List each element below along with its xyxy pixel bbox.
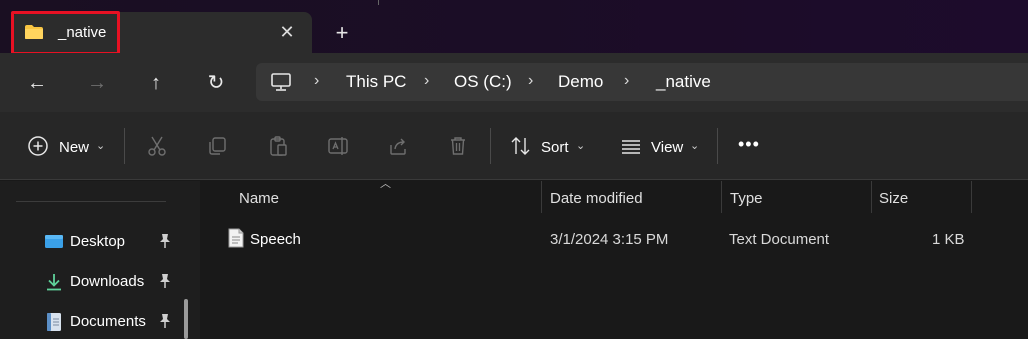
toolbar-divider bbox=[717, 128, 718, 164]
column-header-date[interactable]: Date modified bbox=[542, 181, 722, 213]
download-icon bbox=[47, 274, 61, 291]
view-icon bbox=[622, 140, 640, 154]
sidebar-item-desktop[interactable]: Desktop bbox=[44, 231, 184, 253]
sort-button[interactable]: Sort bbox=[541, 139, 569, 156]
desktop-icon bbox=[45, 235, 63, 248]
cut-icon[interactable] bbox=[146, 135, 168, 157]
address-bar[interactable]: › This PC › OS (C:) › Demo › _native bbox=[256, 63, 1028, 101]
sort-dropdown-chevron-icon[interactable]: ⌄ bbox=[576, 139, 585, 152]
back-button[interactable]: ← bbox=[24, 70, 50, 96]
column-header-label: Type bbox=[730, 190, 763, 207]
share-icon[interactable] bbox=[387, 135, 409, 157]
view-button[interactable]: View bbox=[651, 139, 683, 156]
new-dropdown-chevron-icon[interactable]: ⌄ bbox=[96, 139, 105, 152]
file-list: ︿ Name Date modified Type Size Speech 3/… bbox=[200, 178, 1028, 339]
breadcrumb-demo[interactable]: Demo bbox=[558, 72, 603, 92]
documents-icon bbox=[47, 313, 61, 331]
breadcrumb-native[interactable]: _native bbox=[656, 72, 711, 92]
column-header-label: Date modified bbox=[550, 190, 643, 207]
copy-icon[interactable] bbox=[206, 135, 228, 157]
more-options-icon[interactable]: ••• bbox=[738, 134, 760, 155]
new-tab-button[interactable]: + bbox=[330, 21, 354, 45]
breadcrumb-chevron-icon[interactable]: › bbox=[528, 72, 533, 90]
text-file-icon bbox=[228, 228, 244, 248]
sidebar-item-documents[interactable]: Documents bbox=[44, 311, 184, 333]
rename-icon[interactable] bbox=[327, 135, 349, 157]
file-size: 1 KB bbox=[932, 231, 965, 248]
navigation-pane: Desktop Downloads Documents bbox=[0, 181, 200, 339]
breadcrumb-chevron-icon[interactable]: › bbox=[314, 72, 319, 90]
file-date-modified: 3/1/2024 3:15 PM bbox=[550, 231, 669, 248]
view-dropdown-chevron-icon[interactable]: ⌄ bbox=[690, 139, 699, 152]
command-bar: New ⌄ Sort ⌄ View ⌄ ••• bbox=[0, 112, 1028, 180]
column-header-name[interactable]: Name bbox=[200, 181, 542, 213]
new-button[interactable]: New bbox=[59, 139, 89, 156]
title-bar: _native ✕ + bbox=[0, 0, 1028, 55]
sidebar-item-downloads[interactable]: Downloads bbox=[44, 271, 184, 293]
pin-icon[interactable] bbox=[158, 273, 172, 289]
breadcrumb-os-c[interactable]: OS (C:) bbox=[454, 72, 512, 92]
pin-icon[interactable] bbox=[158, 313, 172, 329]
toolbar-divider bbox=[124, 128, 125, 164]
column-resize-handle[interactable] bbox=[971, 181, 972, 213]
delete-icon[interactable] bbox=[447, 135, 469, 157]
toolbar-divider bbox=[490, 128, 491, 164]
column-header-size[interactable]: Size bbox=[872, 181, 972, 213]
file-name: Speech bbox=[250, 231, 301, 248]
new-plus-icon bbox=[28, 136, 48, 156]
forward-button[interactable]: → bbox=[84, 70, 110, 96]
navigation-bar: ← → ↑ ↻ › This PC › OS (C:) › Demo › _na… bbox=[0, 53, 1028, 112]
column-header-label: Name bbox=[239, 190, 280, 207]
close-tab-icon[interactable]: ✕ bbox=[276, 21, 298, 43]
sidebar-item-label: Downloads bbox=[70, 273, 145, 290]
tab-highlight-box bbox=[11, 11, 120, 55]
sidebar-divider bbox=[16, 201, 166, 202]
breadcrumb-chevron-icon[interactable]: › bbox=[624, 72, 629, 90]
paste-icon[interactable] bbox=[267, 135, 289, 157]
window-edge bbox=[378, 0, 390, 5]
sidebar-item-label: Documents bbox=[70, 313, 146, 330]
column-header-type[interactable]: Type bbox=[722, 181, 872, 213]
this-pc-icon bbox=[271, 73, 291, 91]
file-type: Text Document bbox=[729, 231, 830, 248]
sort-icon bbox=[511, 137, 530, 155]
sidebar-scrollbar[interactable] bbox=[184, 299, 188, 339]
breadcrumb-chevron-icon[interactable]: › bbox=[424, 72, 429, 90]
column-header-label: Size bbox=[879, 190, 909, 207]
pin-icon[interactable] bbox=[158, 233, 172, 249]
refresh-button[interactable]: ↻ bbox=[203, 70, 229, 96]
up-button[interactable]: ↑ bbox=[143, 70, 169, 96]
file-row[interactable]: Speech 3/1/2024 3:15 PM Text Document 1 … bbox=[200, 224, 1028, 254]
breadcrumb-this-pc[interactable]: This PC bbox=[346, 72, 406, 92]
sidebar-item-label: Desktop bbox=[70, 233, 126, 250]
